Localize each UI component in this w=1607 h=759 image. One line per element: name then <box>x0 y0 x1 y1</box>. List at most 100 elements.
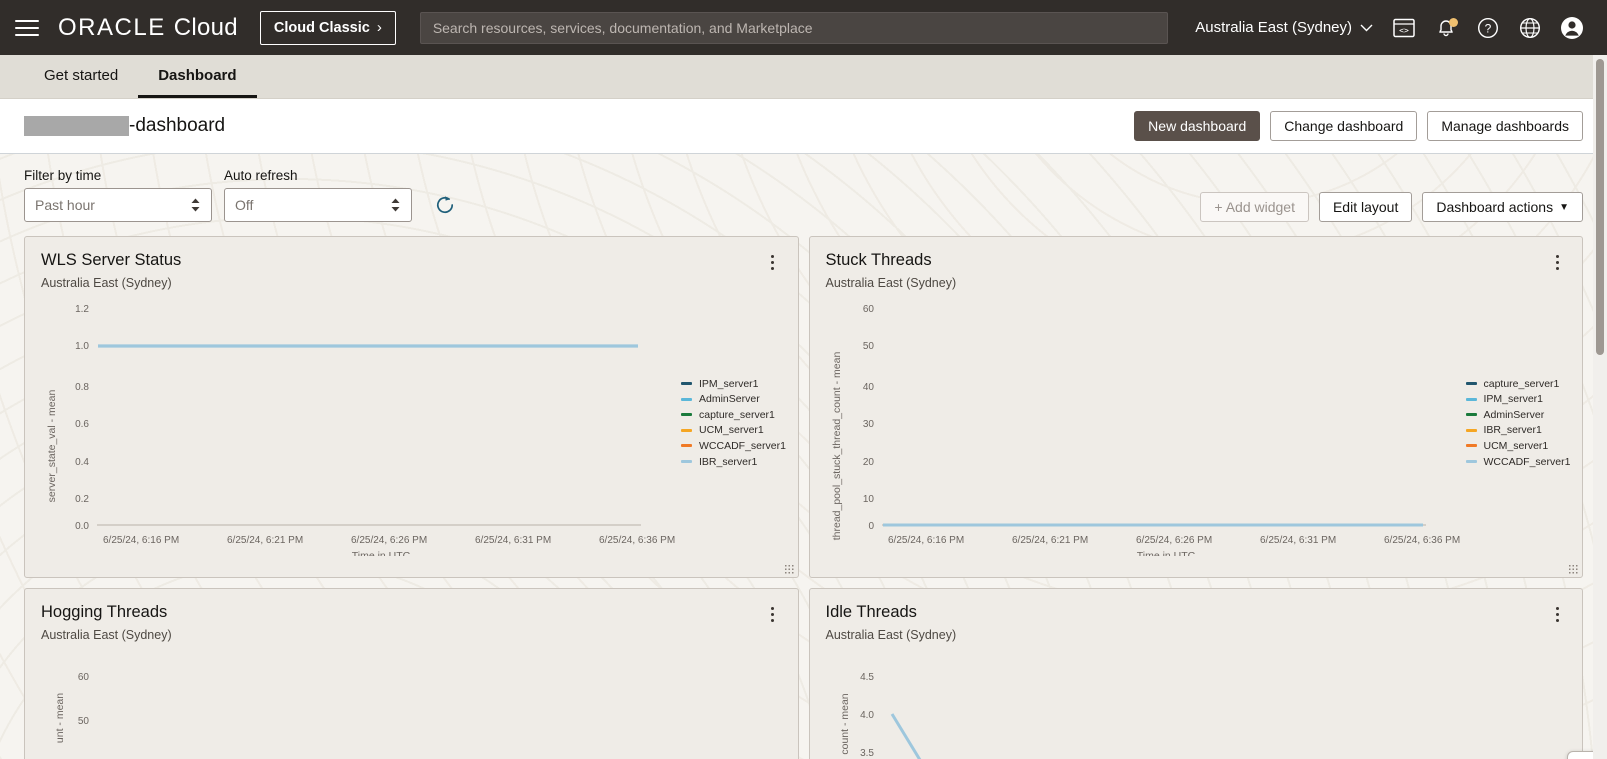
oracle-cloud-logo[interactable]: ORACLE Cloud <box>58 14 238 42</box>
dashboard-actions-button[interactable]: Dashboard actions ▼ <box>1422 192 1583 222</box>
page-title-suffix: -dashboard <box>129 115 226 136</box>
y-tick: 4.0 <box>860 710 874 721</box>
y-tick: 0.8 <box>75 382 89 393</box>
widget-subtitle: Australia East (Sydney) <box>41 627 172 642</box>
new-dashboard-button[interactable]: New dashboard <box>1134 111 1261 141</box>
notifications-bell-icon[interactable] <box>1425 7 1467 49</box>
widget-grid: WLS Server Status Australia East (Sydney… <box>0 222 1607 759</box>
y-axis-title: server_state_val - mean <box>46 389 58 502</box>
legend-label: AdminServer <box>699 393 760 406</box>
legend-swatch <box>681 428 692 432</box>
kebab-menu-icon[interactable] <box>1548 603 1566 625</box>
widget-header: Hogging Threads Australia East (Sydney) <box>41 603 782 642</box>
widget-title: WLS Server Status <box>41 251 182 269</box>
legend-item[interactable]: IBR_server1 <box>681 454 786 470</box>
svg-text:?: ? <box>1485 21 1492 35</box>
legend-item[interactable]: UCM_server1 <box>681 423 786 439</box>
help-icon[interactable]: ? <box>1467 7 1509 49</box>
legend-label: IPM_server1 <box>1483 393 1544 406</box>
chart-wls-server-status: server_state_val - mean 1.2 1.0 0.8 0.6 … <box>41 296 786 566</box>
chart-legend: capture_server1 IPM_server1 AdminServer <box>1465 376 1571 470</box>
legend-swatch <box>681 460 692 464</box>
widget-title: Idle Threads <box>825 603 917 621</box>
filter-by-time-value: Past hour <box>35 197 95 213</box>
search-input[interactable] <box>419 11 1168 44</box>
legend-item[interactable]: capture_server1 <box>1465 376 1571 392</box>
widget-resize-handle[interactable] <box>783 564 794 574</box>
page-scrollbar[interactable] <box>1593 55 1607 759</box>
legend-swatch <box>1465 397 1477 401</box>
kebab-menu-icon[interactable] <box>764 251 782 273</box>
legend-swatch <box>681 413 692 417</box>
dashboard-content: Filter by time Past hour Auto refresh Of… <box>0 154 1607 759</box>
kebab-menu-icon[interactable] <box>764 603 782 625</box>
redacted-name-block <box>24 116 129 136</box>
change-dashboard-button[interactable]: Change dashboard <box>1270 111 1418 141</box>
legend-label: IPM_server1 <box>699 377 759 390</box>
legend-item[interactable]: AdminServer <box>681 391 786 407</box>
edit-layout-button[interactable]: Edit layout <box>1318 192 1413 222</box>
widget-header: WLS Server Status Australia East (Sydney… <box>41 251 782 290</box>
widget-resize-handle[interactable] <box>1568 564 1578 574</box>
cloud-classic-label: Cloud Classic <box>273 19 370 36</box>
x-axis-title: Time in UTC <box>1136 550 1195 556</box>
manage-dashboards-button[interactable]: Manage dashboards <box>1427 111 1583 141</box>
legend-label: IBR_server1 <box>1483 424 1542 437</box>
refresh-circular-arrow-icon[interactable] <box>428 188 462 222</box>
caret-down-icon: ▼ <box>1559 201 1569 213</box>
auto-refresh-group: Auto refresh Off <box>224 168 412 222</box>
legend-swatch <box>681 397 692 401</box>
region-selector[interactable]: Australia East (Sydney) <box>1185 19 1383 36</box>
legend-label: UCM_server1 <box>1483 439 1549 452</box>
kebab-menu-icon[interactable] <box>1548 251 1566 273</box>
tab-get-started[interactable]: Get started <box>24 55 138 98</box>
filter-by-time-select[interactable]: Past hour <box>24 188 212 222</box>
filter-by-time-group: Filter by time Past hour <box>24 168 212 222</box>
legend-item[interactable]: AdminServer <box>1465 407 1571 423</box>
legend-swatch <box>1465 444 1477 448</box>
cloud-shell-icon[interactable]: <> <box>1383 7 1425 49</box>
y-tick: 60 <box>862 304 874 315</box>
y-tick: 4.5 <box>860 672 874 683</box>
cloud-classic-button[interactable]: Cloud Classic › <box>259 10 396 45</box>
widget-subtitle: Australia East (Sydney) <box>41 275 172 290</box>
y-tick: 50 <box>78 716 90 727</box>
y-tick: 0.4 <box>75 457 89 468</box>
tab-dashboard[interactable]: Dashboard <box>138 55 257 98</box>
x-tick: 6/25/24, 6:26 PM <box>1136 535 1212 546</box>
add-widget-button[interactable]: + Add widget <box>1200 192 1309 222</box>
x-tick: 6/25/24, 6:31 PM <box>1260 535 1336 546</box>
widget-header: Idle Threads Australia East (Sydney) <box>826 603 1567 642</box>
y-tick: 0 <box>868 521 874 532</box>
widget-title: Stuck Threads <box>825 251 932 269</box>
legend-item[interactable]: IBR_server1 <box>1465 423 1571 439</box>
auto-refresh-label: Auto refresh <box>224 168 298 183</box>
oracle-wordmark: ORACLE <box>58 13 166 41</box>
x-tick: 6/25/24, 6:21 PM <box>1012 535 1088 546</box>
legend-swatch <box>1465 413 1477 417</box>
header-actions: Australia East (Sydney) <> ? <box>1185 7 1593 49</box>
legend-item[interactable]: UCM_server1 <box>1465 438 1571 454</box>
auto-refresh-select[interactable]: Off <box>224 188 412 222</box>
legend-item[interactable]: WCCADF_server1 <box>681 438 786 454</box>
legend-item[interactable]: IPM_server1 <box>681 376 786 392</box>
x-axis-title: Time in UTC <box>352 550 411 556</box>
hamburger-menu-icon[interactable] <box>10 11 44 45</box>
global-search <box>419 11 1168 44</box>
legend-swatch <box>1465 428 1477 432</box>
user-avatar-icon[interactable] <box>1551 7 1593 49</box>
legend-label: WCCADF_server1 <box>699 439 786 452</box>
global-header: ORACLE Cloud Cloud Classic › Australia E… <box>0 0 1607 55</box>
legend-item[interactable]: IPM_server1 <box>1465 391 1571 407</box>
x-tick: 6/25/24, 6:31 PM <box>475 535 551 546</box>
chart-hogging-threads: unt - mean 60 50 IPM_server1 <box>41 648 782 759</box>
chart-legend: IPM_server1 AdminServer capture_server1 <box>681 376 786 470</box>
legend-item[interactable]: capture_server1 <box>681 407 786 423</box>
legend-swatch <box>1465 382 1477 386</box>
dashboard-actions-label: Dashboard actions <box>1436 199 1554 215</box>
legend-item[interactable]: WCCADF_server1 <box>1465 454 1570 470</box>
chevron-right-icon: › <box>376 19 382 36</box>
language-globe-icon[interactable] <box>1509 7 1551 49</box>
scrollbar-thumb[interactable] <box>1596 59 1604 355</box>
legend-label: capture_server1 <box>1483 377 1560 390</box>
